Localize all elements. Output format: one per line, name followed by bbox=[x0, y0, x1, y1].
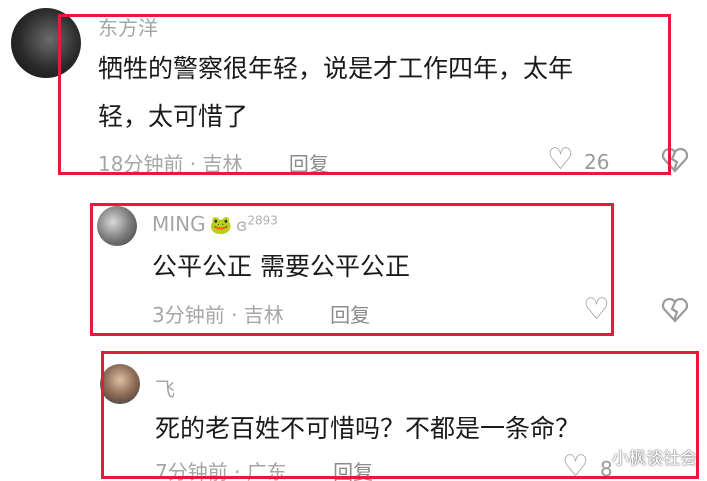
watermark: 小枫谈社会 bbox=[612, 449, 697, 469]
broken-heart-icon bbox=[661, 297, 689, 323]
highlight-box bbox=[90, 203, 614, 336]
highlight-box bbox=[101, 351, 699, 479]
highlight-box bbox=[58, 14, 671, 175]
comment-thread: 东方洋 牺牲的警察很年轻，说是才工作四年，太年 轻，太可惜了 18分钟前 · 吉… bbox=[0, 0, 707, 481]
dislike-broken-heart-icon[interactable] bbox=[660, 295, 690, 331]
